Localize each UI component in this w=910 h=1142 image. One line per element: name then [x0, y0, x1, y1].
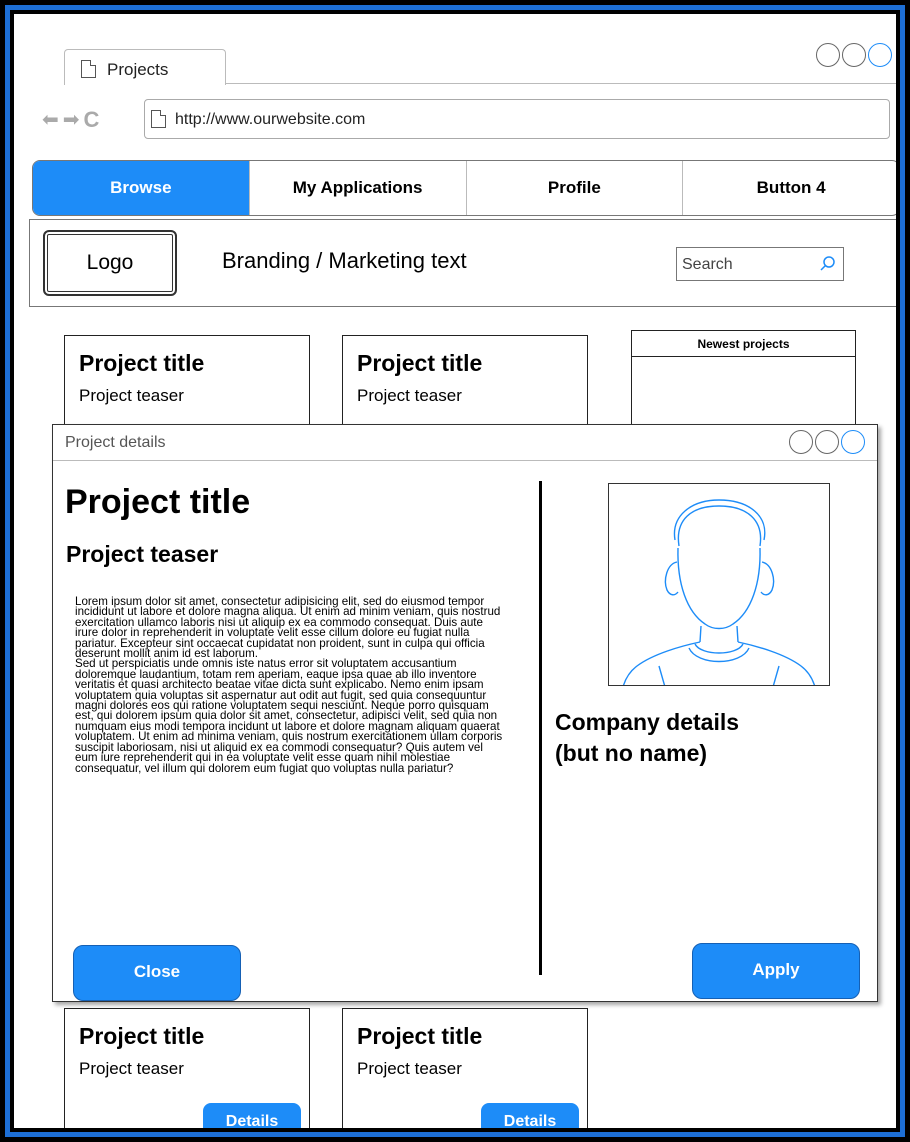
project-details-modal: Project details Project title Project te…	[52, 424, 878, 1002]
window-minimize-icon[interactable]	[816, 43, 840, 67]
company-avatar	[608, 483, 830, 686]
newest-projects-panel: Newest projects	[631, 330, 856, 426]
tab-strip-line	[226, 83, 896, 84]
project-card-teaser: Project teaser	[79, 1059, 184, 1078]
nav-button-4[interactable]: Button 4	[683, 161, 896, 215]
search-icon[interactable]	[817, 254, 837, 274]
logo[interactable]: Logo	[43, 230, 177, 296]
project-card-title: Project title	[357, 350, 483, 376]
branding-text: Branding / Marketing text	[222, 248, 467, 273]
details-button[interactable]: Details	[203, 1103, 301, 1128]
site-header: Logo Branding / Marketing text Search	[29, 219, 896, 307]
document-icon	[151, 110, 166, 128]
browser-tab[interactable]: Projects	[64, 49, 226, 85]
navigation-buttons: ⬅ ➡ C	[42, 109, 99, 131]
window-close-icon[interactable]	[868, 43, 892, 67]
company-details-line: Company details	[555, 709, 740, 735]
modal-project-teaser: Project teaser	[66, 541, 219, 567]
modal-window-title: Project details	[65, 434, 166, 451]
search-placeholder: Search	[682, 256, 733, 273]
company-details: Company details (but no name)	[555, 707, 739, 769]
project-card-title: Project title	[79, 1023, 205, 1049]
company-details-line: (but no name)	[555, 740, 708, 766]
nav-browse[interactable]: Browse	[33, 161, 250, 215]
tab-label: Projects	[107, 60, 169, 79]
details-button[interactable]: Details	[481, 1103, 579, 1128]
modal-minimize-icon[interactable]	[789, 430, 813, 454]
modal-project-title: Project title	[65, 483, 251, 521]
nav-profile[interactable]: Profile	[467, 161, 684, 215]
window-maximize-icon[interactable]	[842, 43, 866, 67]
apply-button[interactable]: Apply	[692, 943, 860, 999]
nav-my-applications[interactable]: My Applications	[250, 161, 467, 215]
project-description: Lorem ipsum dolor sit amet, consectetur …	[75, 595, 507, 775]
document-icon	[81, 60, 96, 78]
project-card-teaser: Project teaser	[79, 386, 184, 405]
modal-window-controls	[789, 430, 865, 454]
project-card-teaser: Project teaser	[357, 1059, 462, 1078]
browser-window: Projects ⬅ ➡ C http://www.ourwebsite.com…	[14, 14, 896, 1128]
project-card[interactable]: Project title Project teaser Details	[64, 1008, 310, 1128]
project-card-title: Project title	[357, 1023, 483, 1049]
reload-icon[interactable]: C	[84, 109, 100, 131]
project-card[interactable]: Project title Project teaser Details	[342, 1008, 588, 1128]
back-arrow-icon[interactable]: ⬅	[42, 110, 59, 130]
window-controls	[816, 43, 892, 67]
project-description-paragraph: Sed ut perspiciatis unde omnis iste natu…	[75, 657, 503, 775]
main-navbar: Browse My Applications Profile Button 4	[32, 160, 896, 216]
forward-arrow-icon[interactable]: ➡	[63, 110, 80, 130]
url-text: http://www.ourwebsite.com	[175, 111, 366, 128]
modal-maximize-icon[interactable]	[815, 430, 839, 454]
modal-divider	[539, 481, 542, 975]
project-description-paragraph: Lorem ipsum dolor sit amet, consectetur …	[75, 595, 501, 661]
project-card-title: Project title	[79, 350, 205, 376]
url-bar[interactable]: http://www.ourwebsite.com	[144, 99, 890, 139]
newest-projects-title: Newest projects	[632, 331, 855, 357]
search-input[interactable]: Search	[676, 247, 844, 281]
user-avatar-icon	[622, 499, 816, 685]
modal-title-bar: Project details	[53, 425, 877, 461]
modal-close-icon[interactable]	[841, 430, 865, 454]
project-card-teaser: Project teaser	[357, 386, 462, 405]
close-button[interactable]: Close	[73, 945, 241, 1001]
